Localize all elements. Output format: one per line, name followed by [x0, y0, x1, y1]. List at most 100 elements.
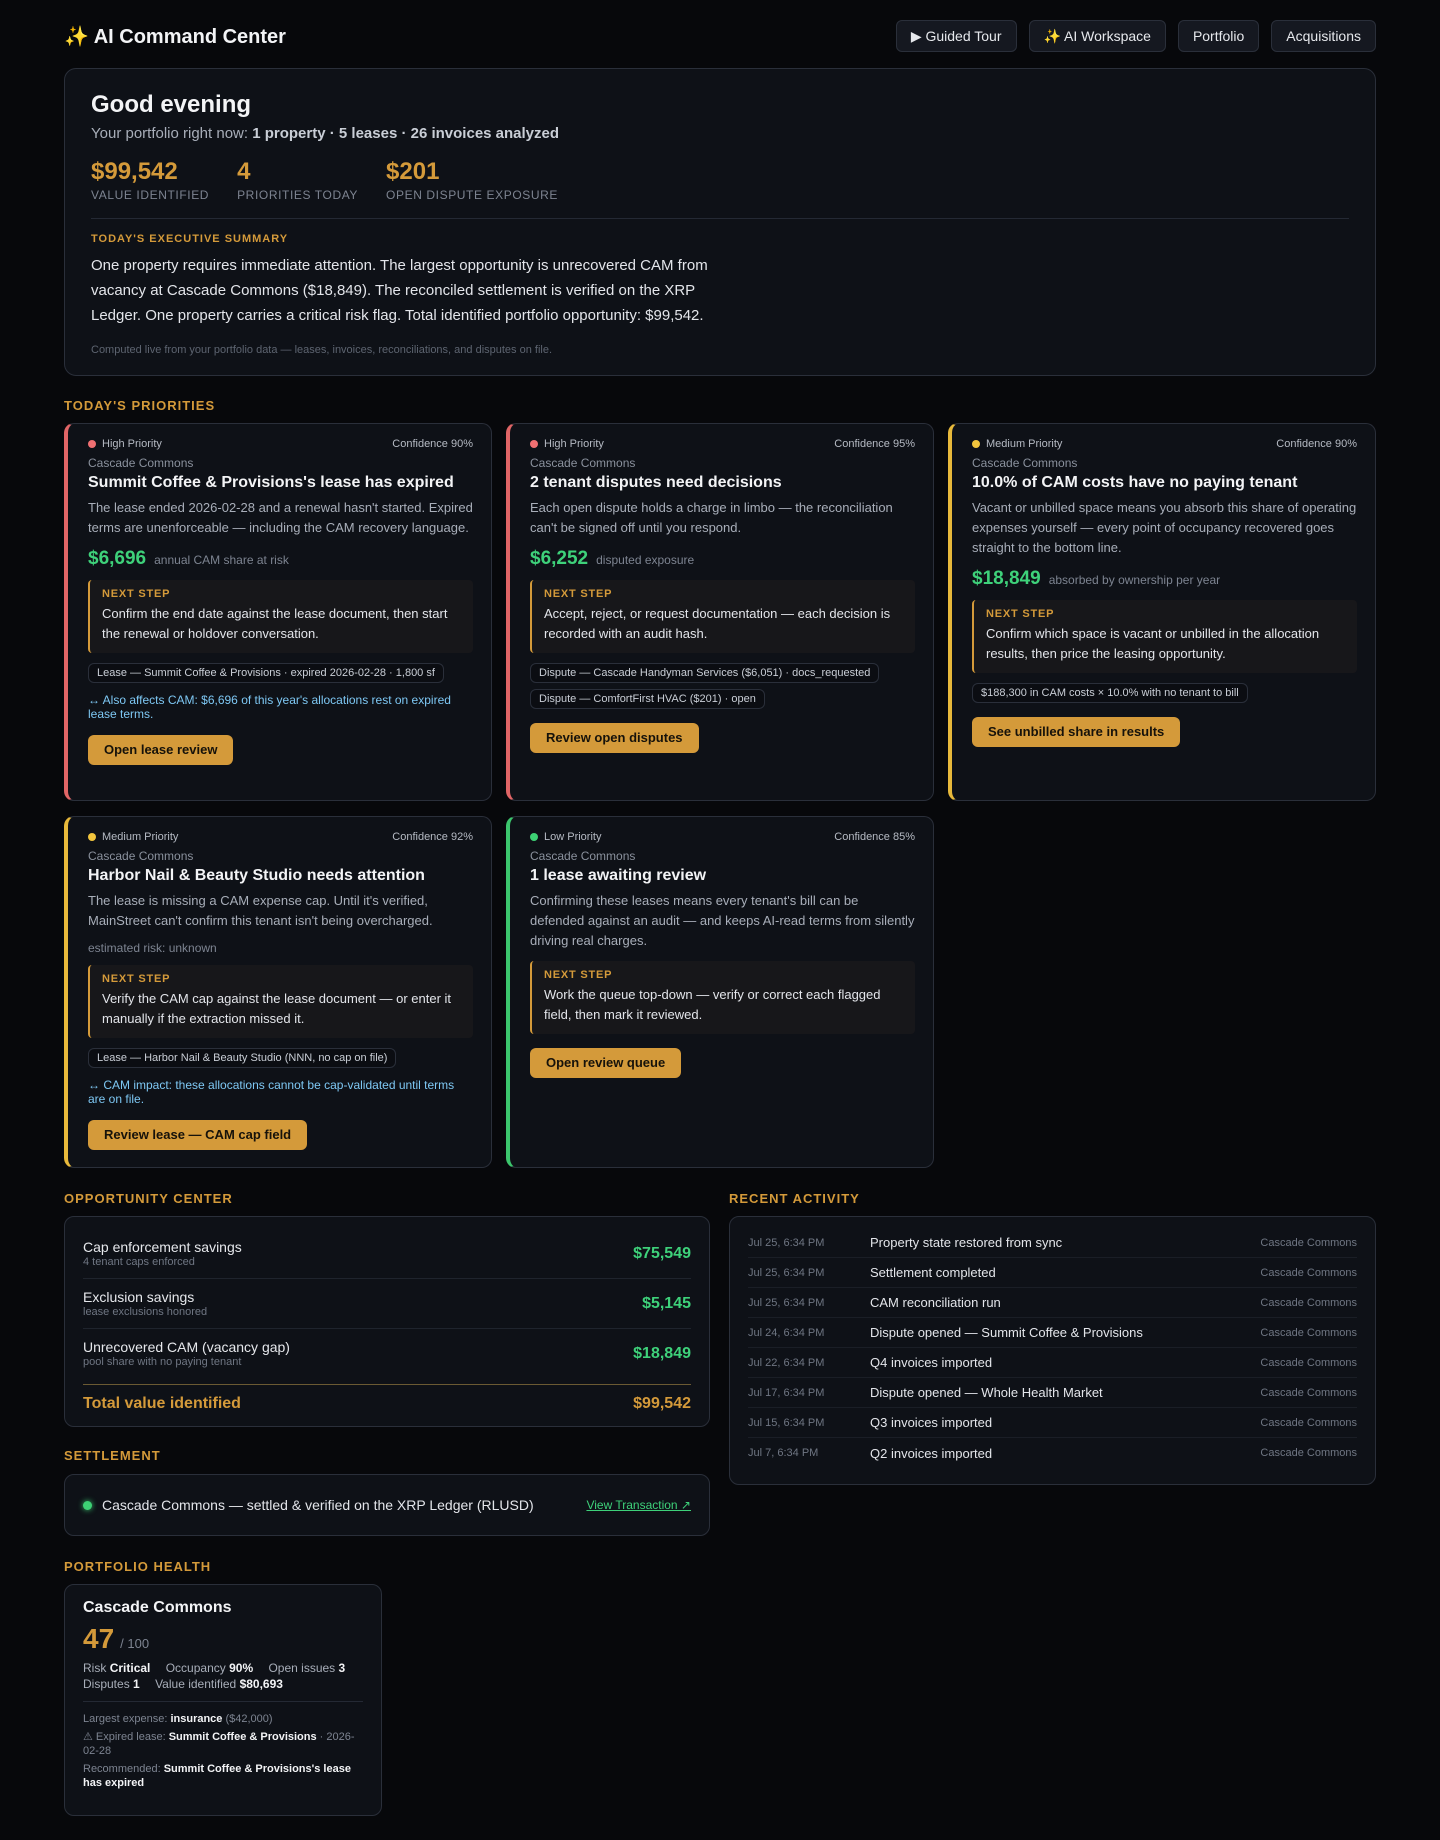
open-review-queue-button[interactable]: Open review queue [530, 1048, 682, 1078]
activity-property: Cascade Commons [1260, 1296, 1357, 1309]
priority-badge: Low Priority [530, 831, 601, 843]
opportunity-name: Unrecovered CAM (vacancy gap) [83, 1339, 290, 1355]
health-title: PORTFOLIO HEALTH [64, 1559, 212, 1574]
next-step-text: Confirm the end date against the lease d… [102, 606, 448, 641]
priority-label: Low Priority [544, 831, 602, 843]
view-transaction-link[interactable]: View Transaction ↗ [586, 1498, 691, 1512]
settlement-title: SETTLEMENT [64, 1448, 161, 1463]
evidence-chips: Dispute — Cascade Handyman Services ($6,… [530, 653, 915, 709]
executive-summary: One property requires immediate attentio… [91, 257, 708, 324]
impact-label: disputed exposure [596, 553, 695, 567]
card-description: The lease is missing a CAM expense cap. … [88, 893, 433, 928]
next-step-label: NEXT STEP [544, 588, 613, 600]
recommended-note: Recommended: Summit Coffee & Provisions'… [83, 1762, 363, 1790]
confidence-label: Confidence 95% [834, 438, 915, 450]
app-title: ✨ AI Command Center [64, 25, 286, 48]
health-score: 47 / 100 [83, 1623, 363, 1655]
expired-lease-note: ⚠ Expired lease: Summit Coffee & Provisi… [83, 1730, 363, 1758]
review-lease-cam-cap-button[interactable]: Review lease — CAM cap field [88, 1120, 308, 1150]
health-metrics-line-2: Disputes 1 Value identified $80,693 [83, 1677, 363, 1691]
confidence-label: Confidence 85% [834, 831, 915, 843]
note-label: ⚠ Expired lease: [83, 1731, 166, 1743]
impact: $6,696 annual CAM share at risk [88, 548, 473, 570]
evidence-chip[interactable]: Dispute — ComfortFirst HVAC ($201) · ope… [530, 689, 765, 709]
evidence-chip[interactable]: Lease — Summit Coffee & Provisions · exp… [88, 663, 444, 683]
priority-card-cam-cap: Medium Priority Confidence 92% Cascade C… [64, 816, 492, 1168]
risk-metric: Risk Critical [83, 1661, 150, 1675]
priority-dot-icon [88, 833, 96, 841]
impact-value: $6,252 [530, 548, 589, 569]
impact-value: $18,849 [972, 568, 1041, 589]
next-step-label: NEXT STEP [102, 973, 171, 985]
kpi-value: 4 [237, 158, 251, 185]
data-footnote: Computed live from your portfolio data —… [91, 344, 553, 356]
activity-text: CAM reconciliation run [870, 1295, 1001, 1310]
activity-time: Jul 7, 6:34 PM [748, 1447, 819, 1459]
metric-value: $80,693 [239, 1677, 283, 1691]
priority-card-unbilled-cam: Medium Priority Confidence 90% Cascade C… [948, 423, 1376, 801]
activity-row: Jul 25, 6:34 PM CAM reconciliation run Cas… [748, 1288, 1357, 1318]
activity-row: Jul 25, 6:34 PM Settlement completed Casca… [748, 1258, 1357, 1288]
portfolio-button[interactable]: Portfolio [1177, 20, 1260, 52]
priority-card-expired-lease: High Priority Confidence 90% Cascade Com… [64, 423, 492, 801]
opportunity-total: Total value identified $99,542 [83, 1384, 691, 1413]
see-unbilled-share-button[interactable]: See unbilled share in results [972, 717, 1181, 747]
next-step-label: NEXT STEP [544, 969, 613, 981]
card-header: Medium Priority Confidence 90% [972, 438, 1357, 450]
open-lease-review-button[interactable]: Open lease review [88, 735, 234, 765]
evidence-chip[interactable]: Lease — Harbor Nail & Beauty Studio (NNN… [88, 1048, 397, 1068]
greeting: Good evening [91, 91, 252, 118]
activity-text: Settlement completed [870, 1265, 996, 1280]
divider [91, 218, 1349, 219]
acquisitions-button[interactable]: Acquisitions [1271, 20, 1376, 52]
opportunity-row: Cap enforcement savings 4 tenant caps enf… [83, 1229, 691, 1279]
activity-title: RECENT ACTIVITY [729, 1191, 860, 1206]
card-title: 10.0% of CAM costs have no paying tenant [972, 474, 1298, 491]
cross-impact-note: ↔ Also affects CAM: $6,696 of this year'… [88, 693, 451, 721]
kpi-dispute-exposure: $201 OPEN DISPUTE EXPOSURE [386, 160, 558, 203]
top-bar: ✨ AI Command Center ▶ Guided Tour ✨ AI W… [64, 18, 1376, 54]
next-step-text: Work the queue top-down — verify or corr… [544, 987, 881, 1022]
risk-estimate: estimated risk: unknown [88, 941, 217, 955]
activity-property: Cascade Commons [1260, 1356, 1357, 1369]
settlement-status: Cascade Commons — settled & verified on … [83, 1497, 534, 1513]
priorities-title: TODAY'S PRIORITIES [64, 398, 216, 413]
impact-label: absorbed by ownership per year [1048, 573, 1221, 587]
evidence-chip[interactable]: $188,300 in CAM costs × 10.0% with no te… [972, 683, 1248, 703]
guided-tour-button[interactable]: ▶ Guided Tour [895, 20, 1017, 52]
ai-workspace-button[interactable]: ✨ AI Workspace [1028, 20, 1166, 52]
card-title: 2 tenant disputes need decisions [530, 474, 782, 491]
health-metrics-line-1: Risk Critical Occupancy 90% Open issues … [83, 1661, 363, 1675]
review-open-disputes-button[interactable]: Review open disputes [530, 723, 699, 753]
confidence-label: Confidence 92% [392, 831, 473, 843]
activity-property: Cascade Commons [1260, 1447, 1357, 1459]
verified-status-icon [83, 1500, 92, 1510]
opportunity-value: $18,849 [633, 1344, 691, 1362]
note-value: Summit Coffee & Provisions [168, 1731, 317, 1743]
card-description: Each open dispute holds a charge in limb… [530, 500, 893, 535]
metric-label: Occupancy [165, 1661, 226, 1675]
metric-value: 90% [229, 1661, 254, 1675]
evidence-chip[interactable]: Dispute — Cascade Handyman Services ($6,… [530, 663, 880, 683]
total-value: $99,542 [633, 1395, 691, 1412]
property-health-card[interactable]: Cascade Commons 47 / 100 Risk Critical O… [64, 1584, 382, 1816]
metric-label: Open issues [268, 1661, 336, 1675]
activity-row: Jul 25, 6:34 PM Property state restored f… [748, 1228, 1357, 1258]
next-step-text: Verify the CAM cap against the lease doc… [102, 991, 452, 1026]
priority-badge: Medium Priority [88, 831, 178, 843]
note-value: insurance [170, 1713, 223, 1725]
next-step-box: NEXT STEP Confirm the end date against t… [88, 580, 473, 653]
activity-time: Jul 25, 6:34 PM [748, 1296, 825, 1309]
card-property: Cascade Commons [88, 456, 194, 470]
card-description: The lease ended 2026-02-28 and a renewal… [88, 500, 473, 535]
next-step-box: NEXT STEP Work the queue top-down — veri… [530, 961, 915, 1034]
next-step-text: Confirm which space is vacant or unbille… [986, 626, 1320, 661]
subline-prefix: Your portfolio right now: [91, 125, 249, 142]
value-metric: Value identified $80,693 [155, 1677, 283, 1691]
settlement-text: Cascade Commons — settled & verified on … [102, 1497, 534, 1513]
priority-label: High Priority [544, 438, 604, 450]
note-label: Recommended: [83, 1763, 161, 1775]
total-label: Total value identified [83, 1395, 241, 1412]
opportunity-name: Exclusion savings [83, 1289, 195, 1305]
kpi-label: VALUE IDENTIFIED [91, 188, 210, 202]
